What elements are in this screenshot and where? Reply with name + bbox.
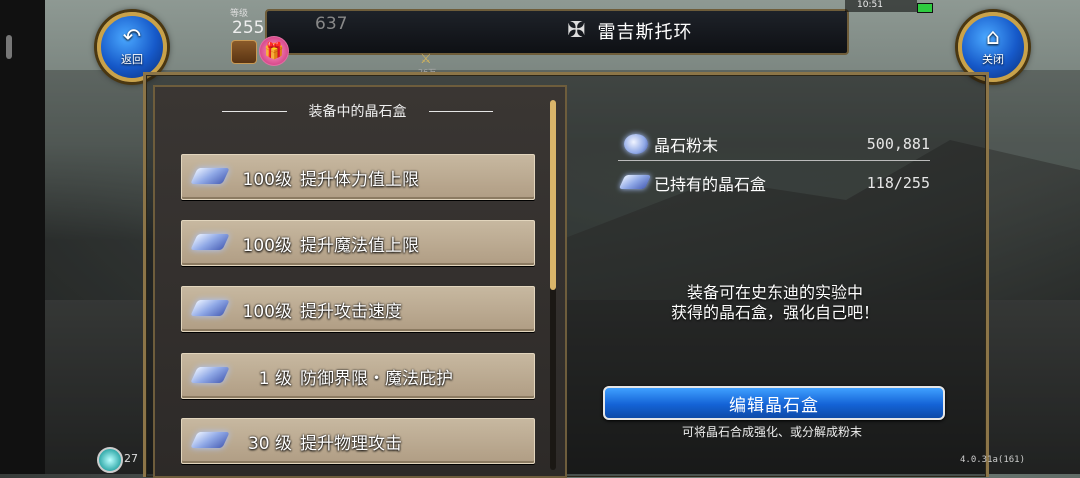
orb-icon[interactable] [97,447,123,473]
page-title-area: ✠ 雷吉斯托环 [418,11,838,51]
boxes-value: 118/255 [866,174,930,192]
page-title: 雷吉斯托环 [597,22,693,43]
edit-hint-text: 可将晶石合成强化、或分解成粉末 [681,425,862,439]
crystal-box-icon [618,171,652,195]
level-value: 255 [232,18,265,38]
version-text: 4.0.31a(161) [960,455,1026,465]
header-divider-left [222,110,287,112]
crystal-box-icon [190,365,230,387]
description-line-2: 获得的晶石盒，强化自己吧！ [670,303,879,322]
list-header: 装备中的晶石盒 [200,100,515,122]
scrollbar-thumb[interactable] [550,100,556,290]
back-arrow-icon: ↶ [122,25,142,50]
home-icon: ⌂ [986,25,1000,50]
description-text: 装备可在史东迪的实验中 获得的晶石盒，强化自己吧！ [600,283,950,323]
list-header-text: 装备中的晶石盒 [308,104,407,120]
powder-label: 晶石粉末 [654,136,719,155]
item-name: 防御界限・魔法庇护 [300,368,453,389]
close-label: 关闭 [982,53,1004,66]
back-label: 返回 [121,53,143,66]
list-item[interactable]: 30 级 提升物理攻击 [181,418,535,464]
guild-emblem-icon: ✠ [567,18,586,43]
item-level: 1 级 [258,368,292,389]
battery-icon [917,3,933,13]
bag-icon[interactable] [231,40,257,64]
gift-icon[interactable]: 🎁 [259,36,289,66]
item-name: 提升魔法值上限 [300,235,419,256]
edge-handle-icon [6,35,12,59]
item-level: 100级 [242,301,292,322]
item-name: 提升体力值上限 [300,169,419,190]
crystal-box-icon [190,232,230,254]
item-name: 提升攻击速度 [300,301,402,322]
item-level: 100级 [242,235,292,256]
item-level: 30 级 [247,433,292,454]
crystal-box-icon [190,430,230,452]
list-item[interactable]: 100级 提升攻击速度 [181,286,535,332]
item-name: 提升物理攻击 [300,433,402,454]
list-item[interactable]: 100级 提升魔法值上限 [181,220,535,266]
crystal-box-icon [190,298,230,320]
list-item[interactable]: 1 级 防御界限・魔法庇护 [181,353,535,399]
crystal-powder-icon [620,132,652,156]
edit-crystal-box-button[interactable]: 编辑晶石盒 [603,386,945,420]
info-divider [618,160,930,161]
boxes-row: 已持有的晶石盒 118/255 [618,168,930,198]
list-item[interactable]: 100级 提升体力值上限 [181,154,535,200]
player-level: 等级 255 [208,4,268,40]
description-line-1: 装备可在史东迪的实验中 [686,283,863,302]
orb-value: 27 [124,452,138,465]
crystal-box-icon [190,166,230,188]
left-edge-strip [0,0,45,474]
status-clock: 10:51 [845,0,917,12]
powder-row: 晶石粉末 500,881 [620,129,930,159]
powder-value: 500,881 [866,135,930,153]
sword-icon: ⚔ [420,52,432,67]
boxes-label: 已持有的晶石盒 [654,175,767,194]
item-level: 100级 [242,169,292,190]
header-divider-right [428,110,493,112]
hp-value: 637 [315,14,348,34]
